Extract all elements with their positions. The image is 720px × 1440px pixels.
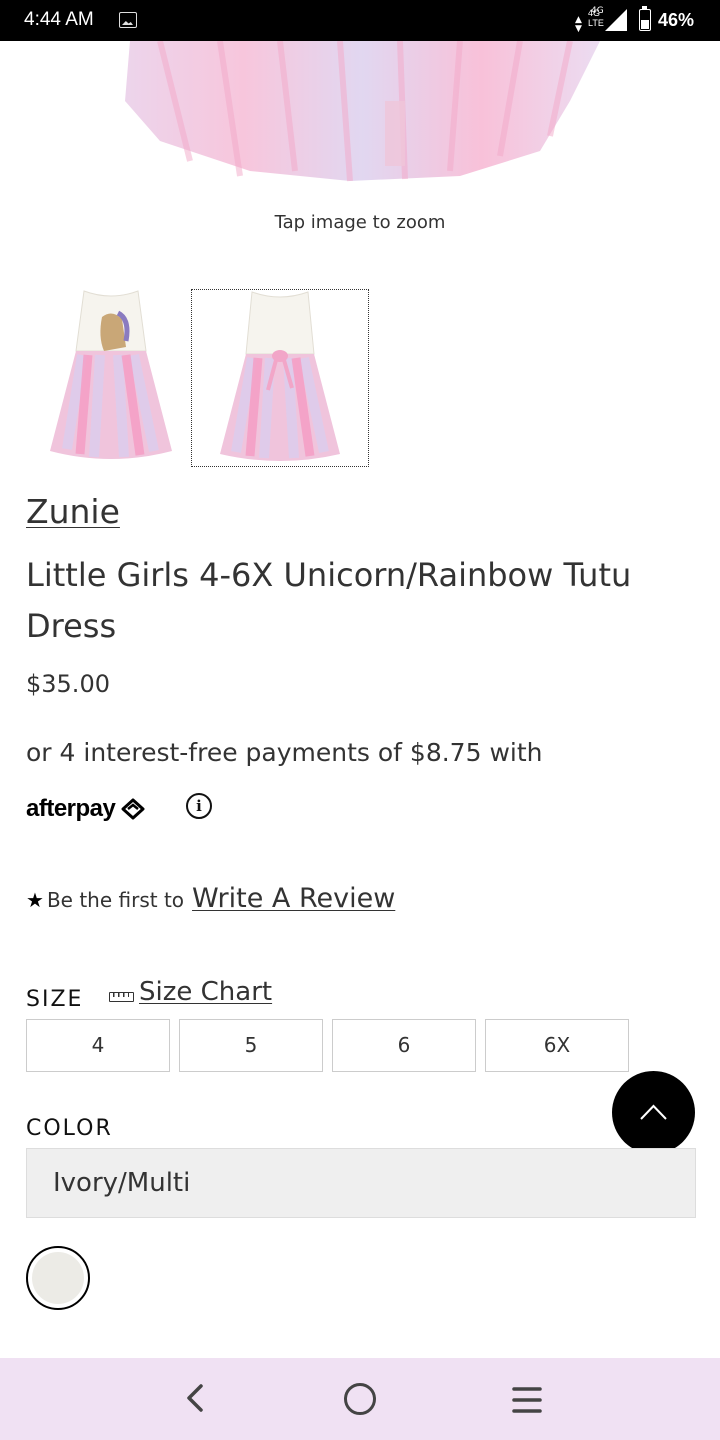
size-option-5[interactable]: 5 (179, 1019, 323, 1072)
product-thumbnail-2-selected[interactable] (191, 289, 369, 467)
swatch-fill (32, 1252, 84, 1304)
battery-icon (639, 6, 651, 31)
color-selected-field[interactable]: Ivory/Multi (26, 1148, 696, 1218)
home-icon[interactable] (344, 1383, 376, 1415)
size-option-6[interactable]: 6 (332, 1019, 476, 1072)
status-time: 4:44 AM (24, 9, 94, 30)
afterpay-installments-text: or 4 interest-free payments of $8.75 wit… (26, 738, 543, 767)
ruler-icon (109, 992, 134, 1002)
recent-apps-icon[interactable] (512, 1385, 542, 1415)
product-thumbnail-1[interactable] (22, 289, 200, 467)
size-option-6x[interactable]: 6X (485, 1019, 629, 1072)
color-swatch-ivory-multi[interactable] (26, 1246, 90, 1310)
afterpay-logo: afterpay (26, 793, 149, 825)
zoom-hint: Tap image to zoom (274, 212, 446, 233)
back-icon[interactable] (183, 1382, 207, 1414)
battery-level-fill (641, 19, 649, 29)
afterpay-info-icon[interactable]: i (186, 793, 212, 819)
network-4g-label: 4G (588, 8, 601, 18)
star-icon: ★ (26, 888, 44, 912)
system-navigation-bar (0, 1358, 720, 1440)
afterpay-arrows-icon (121, 798, 145, 820)
back-to-top-button[interactable] (612, 1071, 695, 1154)
gallery-notification-icon (119, 12, 137, 28)
review-row: ★ Be the first to Write A Review (26, 883, 395, 914)
product-main-image[interactable] (100, 41, 620, 186)
network-lte-label: LTE (588, 18, 604, 28)
size-option-4[interactable]: 4 (26, 1019, 170, 1072)
size-chart-link[interactable]: Size Chart (139, 977, 272, 1007)
brand-link[interactable]: Zunie (26, 492, 120, 531)
status-bar: 4:44 AM 4G ▲ ▼ 4G LTE 46% (0, 0, 720, 41)
afterpay-wordmark: afterpay (26, 795, 116, 822)
signal-strength-icon (605, 9, 627, 31)
product-price: $35.00 (26, 670, 110, 698)
chevron-up-icon (640, 1104, 667, 1120)
battery-percentage: 46% (658, 10, 695, 30)
review-prefix-text: Be the first to (46, 888, 185, 912)
write-review-link[interactable]: Write A Review (192, 883, 395, 914)
product-title: Little Girls 4-6X Unicorn/Rainbow Tutu D… (26, 556, 632, 645)
color-label: COLOR (26, 1116, 113, 1141)
size-label: SIZE (26, 987, 84, 1012)
